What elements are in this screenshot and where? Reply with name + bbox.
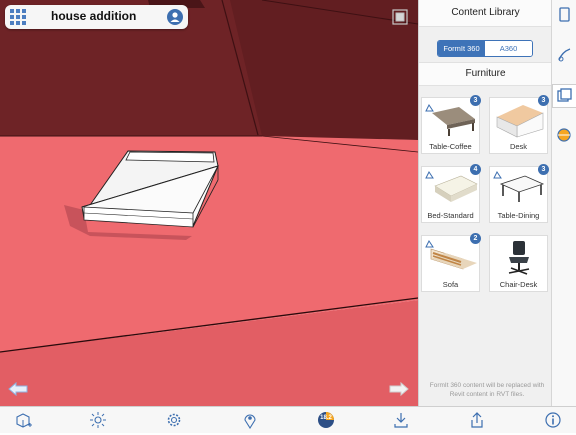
item-label: Desk [509,142,528,151]
share-upload-icon[interactable] [468,411,486,429]
brush-materials-icon [558,48,571,62]
document-title[interactable]: house addition [51,9,136,23]
dining-table-thumbnail [493,171,545,202]
sun-light-icon[interactable] [89,411,107,429]
bottom-toolbar: 18.2 [0,406,576,433]
segment-formit360[interactable]: FormIt 360 [438,41,485,56]
item-count-badge: 3 [470,95,481,106]
tab-layers[interactable] [554,124,575,146]
content-library-icon [557,88,572,102]
library-item-desk[interactable]: 3 Desk [489,95,549,154]
add-cube-icon[interactable] [14,411,32,429]
user-account-icon[interactable] [167,9,183,25]
level-badge-icon[interactable]: 18.2 [316,410,336,430]
category-selector[interactable]: Furniture [419,62,552,86]
item-label: Bed-Standard [427,211,474,220]
location-pin-icon[interactable] [241,411,259,429]
item-count-badge: 3 [538,164,549,175]
item-count-badge: 3 [538,95,549,106]
coffee-table-thumbnail [425,104,475,136]
desk-thumbnail [496,105,544,138]
library-item-table-coffee[interactable]: 3 Table-Coffee [421,95,481,154]
globe-layers-icon [557,128,571,142]
redo-icon[interactable] [388,381,410,397]
source-segmented-control[interactable]: FormIt 360 A360 [437,40,533,57]
segment-a360[interactable]: A360 [485,41,532,56]
panel-title: Content Library [451,7,520,18]
view-cube-icon[interactable] [392,9,408,25]
category-label: Furniture [465,68,506,79]
library-item-bed-standard[interactable]: 4 Bed-Standard [421,164,481,223]
tablet-properties-icon [559,7,570,22]
item-count-badge: 2 [470,233,481,244]
item-label: Table-Dining [497,211,540,220]
right-wall [230,0,418,140]
item-count-badge: 4 [470,164,481,175]
library-footer-note: FormIt 360 content will be replaced with… [429,382,545,398]
bed-thumbnail [425,171,478,202]
level-badge-text: 18.2 [320,415,332,421]
item-label: Table-Coffee [429,142,472,151]
info-icon[interactable] [544,411,562,429]
content-library-panel: Content Library FormIt 360 A360 Furnitur… [418,0,552,406]
library-item-chair-desk[interactable]: Chair-Desk [489,235,548,292]
tab-materials[interactable] [554,44,575,66]
desk-chair-thumbnail [508,241,530,275]
tab-content-library[interactable] [552,84,576,108]
3d-viewport[interactable]: house addition [0,0,418,406]
item-label: Chair-Desk [499,280,538,289]
scene-canvas[interactable] [0,0,418,406]
library-item-sofa[interactable]: 2 Sofa [421,233,481,292]
undo-icon[interactable] [7,381,29,397]
settings-gear-icon[interactable] [165,411,183,429]
library-item-table-dining[interactable]: 3 Table-Dining [489,164,549,223]
item-label: Sofa [442,280,459,289]
sofa-thumbnail [425,240,477,270]
panel-header: Content Library [419,0,552,27]
document-title-bar[interactable]: house addition [5,5,188,29]
import-download-icon[interactable] [392,411,410,429]
tab-properties[interactable] [554,4,575,26]
side-tab-bar [551,0,576,406]
grid-menu-icon[interactable] [9,8,27,26]
